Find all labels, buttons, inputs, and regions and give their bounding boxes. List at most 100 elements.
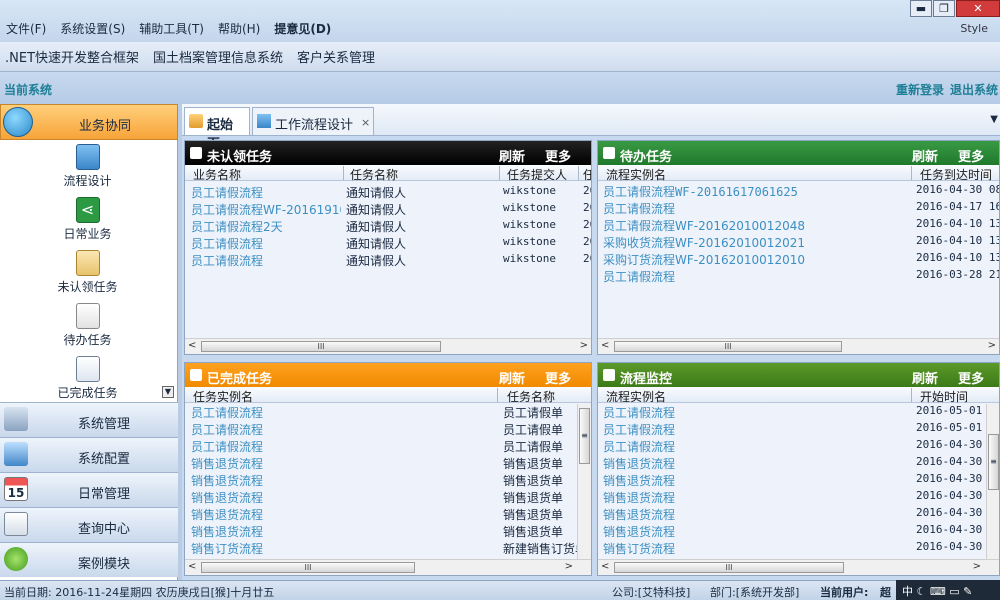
column-header[interactable]: 流程实例名 bbox=[606, 166, 666, 183]
vertical-scrollbar[interactable]: ≡ bbox=[986, 404, 999, 561]
table-row[interactable]: 员工请假流程WF-201620100120482016-04-10 13:2 bbox=[598, 216, 999, 233]
table-row[interactable]: 员工请假流程通知请假人wikstone20 bbox=[185, 251, 591, 268]
table-row[interactable]: 销售订货流程 新建销售订货单 bbox=[185, 539, 591, 556]
table-row[interactable]: 采购收货流程WF-201620100120212016-04-10 13:2 bbox=[598, 233, 999, 250]
scroll-right-icon[interactable]: > bbox=[973, 561, 981, 572]
table-row[interactable]: 销售退货流程 2016-04-30 08: bbox=[598, 505, 999, 522]
sub-item-unclaimed[interactable]: 未认领任务 bbox=[0, 250, 175, 295]
horizontal-scrollbar[interactable]: < III > bbox=[185, 559, 591, 575]
column-divider bbox=[578, 166, 579, 180]
table-row[interactable]: 员工请假流程WF-201616170616252016-04-30 08:3 bbox=[598, 182, 999, 199]
panel-header: 未认领任务 刷新 更多>> bbox=[185, 141, 591, 180]
table-row[interactable]: 员工请假流程 员工请假单 bbox=[185, 403, 591, 420]
horizontal-scrollbar[interactable]: < III > bbox=[598, 338, 999, 354]
style-menu[interactable]: Style bbox=[960, 22, 988, 35]
table-row[interactable]: 销售订货流程 2016-04-30 08: bbox=[598, 539, 999, 556]
scroll-left-icon[interactable]: < bbox=[188, 561, 196, 572]
nav-group-daily-management[interactable]: 15 日常管理 bbox=[0, 472, 178, 507]
flow-icon bbox=[75, 144, 100, 170]
table-row[interactable]: 销售退货流程 2016-04-30 08: bbox=[598, 454, 999, 471]
column-header[interactable]: 任务到达时间 bbox=[920, 166, 992, 183]
scroll-down-icon[interactable]: ▼ bbox=[162, 386, 174, 398]
column-header[interactable]: 任 bbox=[583, 166, 591, 183]
menu-file[interactable]: 文件(F) bbox=[6, 20, 46, 37]
scroll-right-icon[interactable]: > bbox=[565, 561, 573, 572]
table-row[interactable]: 采购订货流程WF-201620100120102016-04-10 13:2 bbox=[598, 250, 999, 267]
sub-item-completed[interactable]: 已完成任务 bbox=[0, 356, 175, 401]
table-row[interactable]: 销售退货流程 2016-04-30 08: bbox=[598, 471, 999, 488]
table-row[interactable]: 员工请假流程 员工请假单 bbox=[185, 420, 591, 437]
minimize-button[interactable]: ▬ bbox=[910, 0, 932, 17]
horizontal-scrollbar[interactable]: < III > bbox=[598, 559, 999, 575]
sub-item-pending[interactable]: 待办任务 bbox=[0, 303, 175, 348]
menu-tools[interactable]: 辅助工具(T) bbox=[139, 20, 204, 37]
tab-workflow-design[interactable]: 工作流程设计 × bbox=[252, 107, 374, 135]
ime-toolbar[interactable]: 中 ☾ ⌨ ▭ ✎ bbox=[896, 580, 1000, 600]
refresh-button[interactable]: 刷新 bbox=[499, 146, 525, 165]
sub-item-flow-design[interactable]: 流程设计 bbox=[0, 144, 175, 189]
scroll-left-icon[interactable]: < bbox=[601, 561, 609, 572]
tab-home[interactable]: 起始页 bbox=[184, 107, 250, 152]
nav-group-label: 系统配置 bbox=[78, 452, 131, 467]
nav-group-system-management[interactable]: 系统管理 bbox=[0, 402, 178, 437]
table-row[interactable]: 销售退货流程 2016-04-30 08: bbox=[598, 488, 999, 505]
menu-settings[interactable]: 系统设置(S) bbox=[60, 20, 125, 37]
column-header[interactable]: 任务名称 bbox=[350, 166, 398, 183]
table-row[interactable]: 销售退货流程 销售退货单 bbox=[185, 454, 591, 471]
scroll-right-icon[interactable]: > bbox=[580, 340, 588, 351]
scroll-thumb[interactable]: III bbox=[614, 341, 842, 352]
system-item-crm[interactable]: 客户关系管理 bbox=[297, 47, 375, 66]
horizontal-scrollbar[interactable]: < III > bbox=[185, 338, 591, 354]
scroll-left-icon[interactable]: < bbox=[601, 340, 609, 351]
scroll-thumb[interactable]: III bbox=[201, 562, 415, 573]
menu-feedback[interactable]: 提意见(D) bbox=[274, 20, 331, 37]
splitter[interactable] bbox=[178, 104, 182, 580]
system-item-framework[interactable]: .NET快速开发整合框架 bbox=[5, 47, 139, 66]
system-item-archive[interactable]: 国土档案管理信息系统 bbox=[153, 47, 283, 66]
nav-group-label: 系统管理 bbox=[78, 417, 131, 432]
table-row[interactable]: 员工请假流程 2016-04-30 08: bbox=[598, 437, 999, 454]
nav-group-label: 日常管理 bbox=[78, 487, 131, 502]
maximize-button[interactable]: ❐ bbox=[933, 0, 955, 17]
column-header[interactable]: 业务名称 bbox=[193, 166, 241, 183]
scroll-thumb[interactable]: III bbox=[614, 562, 844, 573]
nav-group-case-modules[interactable]: 案例模块 bbox=[0, 542, 178, 577]
refresh-button[interactable]: 刷新 bbox=[499, 368, 525, 387]
table-row[interactable]: 销售退货流程 销售退货单 bbox=[185, 488, 591, 505]
column-header[interactable]: 任务提交人 bbox=[507, 166, 567, 183]
table-row[interactable]: 员工请假流程通知请假人wikstone20 bbox=[185, 183, 591, 200]
close-icon[interactable]: × bbox=[361, 116, 370, 129]
nav-group-query-center[interactable]: 查询中心 bbox=[0, 507, 178, 542]
vertical-scrollbar[interactable]: ≡ bbox=[577, 404, 591, 561]
table-row[interactable]: 员工请假流程2016-04-17 16:5 bbox=[598, 199, 999, 216]
table-row[interactable]: 员工请假流程WF-201619100…通知请假人wikstone20 bbox=[185, 200, 591, 217]
table-row[interactable]: 销售退货流程 销售退货单 bbox=[185, 471, 591, 488]
table-row[interactable]: 员工请假流程 员工请假单 bbox=[185, 437, 591, 454]
table-row[interactable]: 销售退货流程 2016-04-30 08: bbox=[598, 522, 999, 539]
table-row[interactable]: 员工请假流程 2016-05-01 11: bbox=[598, 420, 999, 437]
table-row[interactable]: 员工请假流程 2016-05-01 11: bbox=[598, 403, 999, 420]
nav-group-business[interactable]: 业务协同 bbox=[0, 104, 178, 140]
close-button[interactable]: ✕ bbox=[956, 0, 1000, 17]
table-row[interactable]: 员工请假流程通知请假人wikstone20 bbox=[185, 234, 591, 251]
table-row[interactable]: 销售退货流程 销售退货单 bbox=[185, 505, 591, 522]
table-row[interactable]: 销售退货流程 销售退货单 bbox=[185, 522, 591, 539]
relogin-link[interactable]: 重新登录 bbox=[896, 81, 944, 98]
scroll-right-icon[interactable]: > bbox=[988, 340, 996, 351]
exit-link[interactable]: 退出系统 bbox=[950, 81, 998, 98]
nav-group-system-config[interactable]: 系统配置 bbox=[0, 437, 178, 472]
scroll-thumb[interactable]: ≡ bbox=[988, 434, 999, 490]
refresh-button[interactable]: 刷新 bbox=[912, 368, 938, 387]
table-row[interactable]: 员工请假流程2天通知请假人wikstone20 bbox=[185, 217, 591, 234]
nav-group-label: 业务协同 bbox=[79, 119, 132, 134]
sub-item-daily[interactable]: ⋖ 日常业务 bbox=[0, 197, 175, 242]
refresh-button[interactable]: 刷新 bbox=[912, 146, 938, 165]
status-bar: 当前日期: 2016-11-24星期四 农历庚戌日[猴]十月廿五 公司:[艾特科… bbox=[0, 580, 1000, 600]
tab-list-icon[interactable]: ▼ bbox=[990, 114, 998, 125]
scroll-left-icon[interactable]: < bbox=[188, 340, 196, 351]
home-icon bbox=[189, 114, 203, 128]
table-row[interactable]: 员工请假流程2016-03-28 21:4 bbox=[598, 267, 999, 284]
scroll-thumb[interactable]: III bbox=[201, 341, 441, 352]
scroll-thumb[interactable]: ≡ bbox=[579, 408, 590, 464]
menu-help[interactable]: 帮助(H) bbox=[218, 20, 260, 37]
